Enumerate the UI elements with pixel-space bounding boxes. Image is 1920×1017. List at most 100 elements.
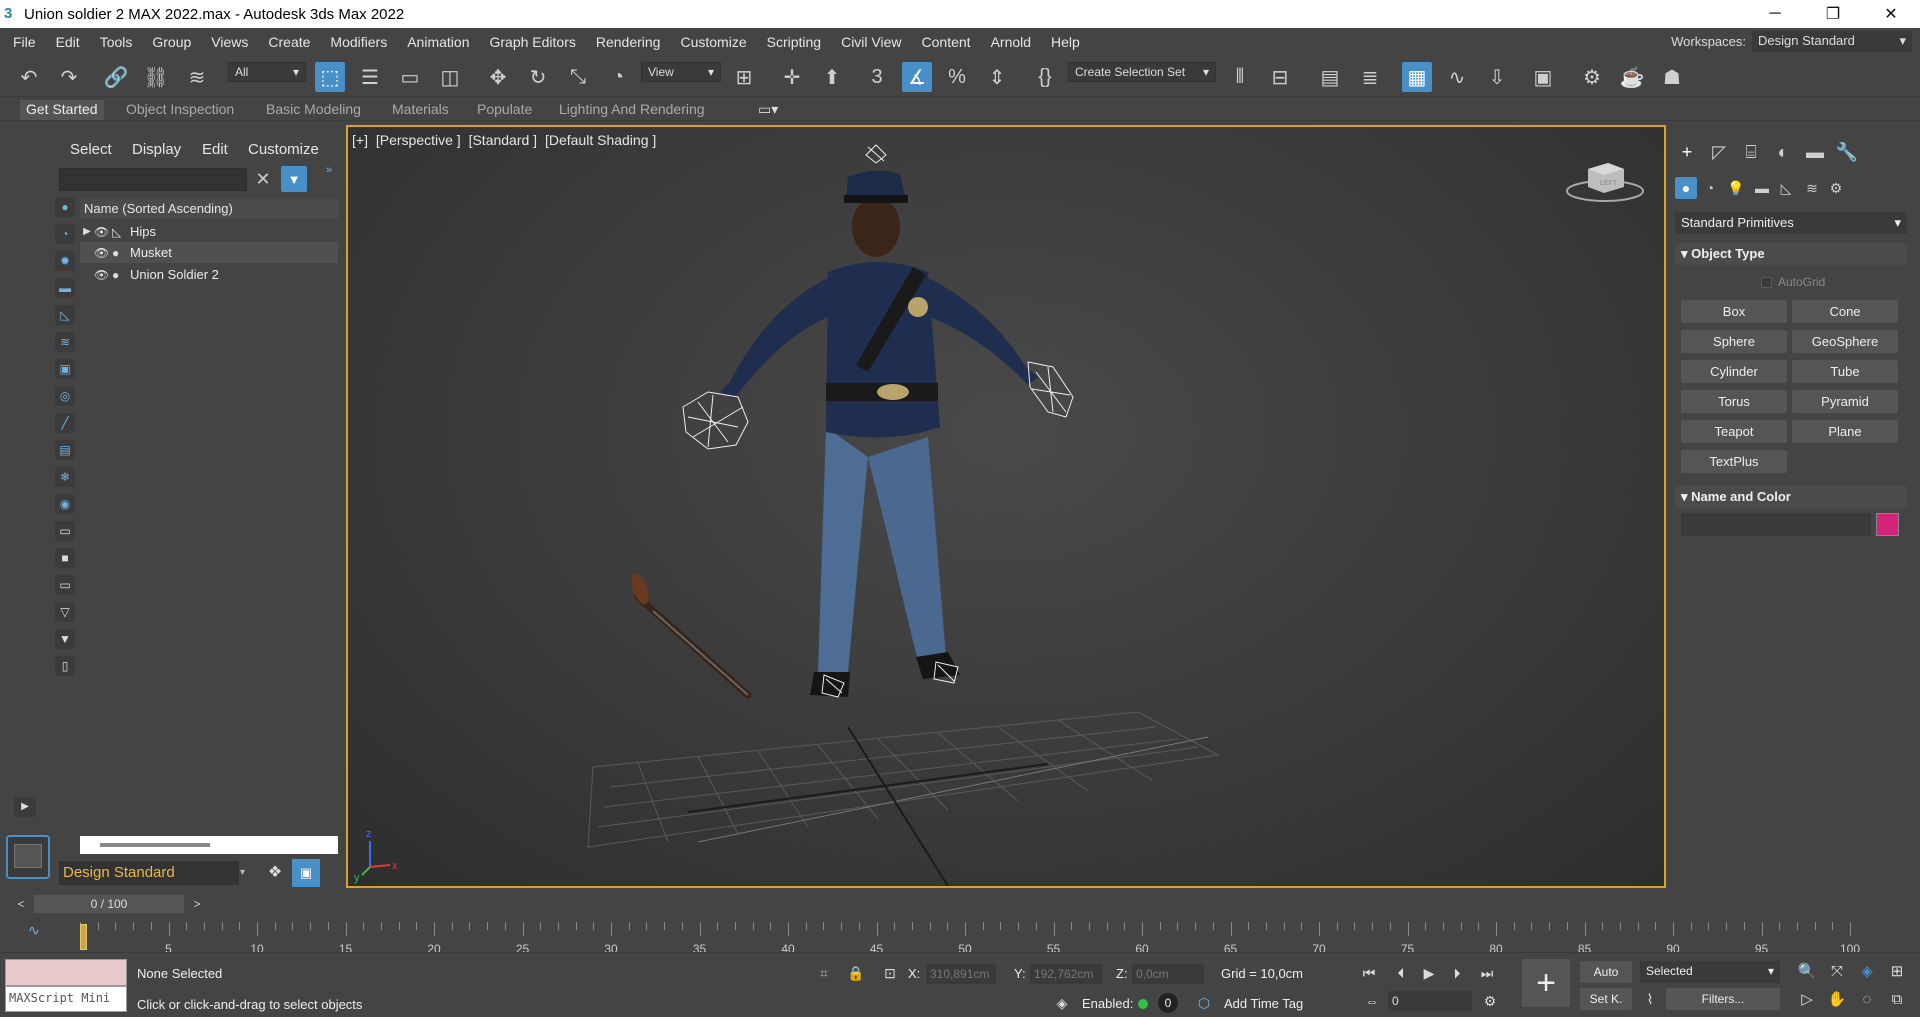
checkbox-box[interactable] (1761, 276, 1772, 288)
orbit-icon[interactable]: ◌ (1856, 989, 1878, 1011)
tab-populate[interactable]: Populate (471, 100, 538, 120)
textplus-button[interactable]: TextPlus (1681, 450, 1787, 473)
display-none-icon[interactable]: ■ (55, 548, 75, 568)
explorer-menu-display[interactable]: Display (132, 141, 181, 158)
rendered-frame-window-icon[interactable]: ☕ (1617, 62, 1647, 92)
utilities-tab-icon[interactable]: 🔧 (1835, 140, 1859, 164)
edit-named-selection-icon[interactable]: {} (1030, 62, 1060, 92)
menu-edit[interactable]: Edit (46, 34, 90, 50)
undo-icon[interactable]: ↶ (14, 62, 44, 92)
menu-scripting[interactable]: Scripting (757, 34, 831, 50)
close-button[interactable]: ✕ (1862, 0, 1920, 28)
explorer-options-icon[interactable]: ▯ (55, 656, 75, 676)
display-space-warps-icon[interactable]: ≋ (55, 332, 75, 352)
window-crossing-icon[interactable]: ◫ (435, 62, 465, 92)
zoom-all-icon[interactable]: ⤧ (1826, 961, 1848, 983)
expand-arrow-icon[interactable]: ▶ (80, 226, 94, 237)
panel-expand-icon[interactable]: » (326, 164, 332, 176)
auto-key-button[interactable]: Auto (1580, 961, 1632, 983)
torus-button[interactable]: Torus (1681, 390, 1787, 413)
zoom-extents-all-icon[interactable]: ⊞ (1886, 961, 1908, 983)
explorer-horizontal-scrollbar[interactable] (80, 836, 338, 854)
move-icon[interactable]: ✥ (483, 62, 513, 92)
current-frame-marker[interactable] (80, 924, 87, 950)
viewport-standard-menu[interactable]: [Standard ] (469, 132, 538, 148)
cylinder-button[interactable]: Cylinder (1681, 360, 1787, 383)
display-lights-icon[interactable]: ✹ (55, 251, 75, 271)
display-groups-icon[interactable]: ▣ (55, 359, 75, 379)
time-tag-icon[interactable]: ⬡ (1194, 993, 1214, 1013)
play-icon[interactable]: ▶ (1418, 963, 1440, 983)
perspective-viewport[interactable]: z x y [+] [Perspective ] [Standard ] [De… (346, 125, 1666, 888)
shapes-category-icon[interactable]: ◔ (1699, 177, 1721, 199)
key-filters-button[interactable]: Filters... (1666, 988, 1780, 1010)
key-filter-selection-dropdown[interactable]: Selected ▾ (1640, 961, 1780, 983)
visibility-eye-icon[interactable]: 👁 (94, 225, 112, 239)
filter-icon[interactable]: ▼ (281, 166, 307, 192)
scrollbar-thumb[interactable] (100, 843, 210, 847)
menu-civil-view[interactable]: Civil View (831, 34, 911, 50)
hierarchy-tab-icon[interactable]: ⌸ (1739, 140, 1763, 164)
lights-category-icon[interactable]: 💡 (1725, 177, 1747, 199)
render-production-icon[interactable]: ☗ (1657, 62, 1687, 92)
set-key-icon[interactable]: + (1522, 959, 1570, 1007)
toggle-layer-explorer-icon[interactable]: ≣ (1355, 62, 1385, 92)
object-color-swatch[interactable] (1876, 513, 1899, 536)
box-button[interactable]: Box (1681, 300, 1787, 323)
rectangular-selection-icon[interactable]: ▭ (395, 62, 425, 92)
display-particles-icon[interactable]: ❄ (55, 467, 75, 487)
menu-file[interactable]: File (0, 34, 46, 50)
menu-tools[interactable]: Tools (90, 34, 143, 50)
absolute-mode-transform-icon[interactable]: ⊡ (880, 963, 900, 983)
cone-button[interactable]: Cone (1792, 300, 1898, 323)
bind-space-warp-icon[interactable]: ≋ (182, 62, 212, 92)
select-object-icon[interactable]: ⬚ (315, 62, 345, 92)
name-and-color-rollout[interactable]: ▾ Name and Color (1675, 486, 1907, 508)
chevron-down-icon[interactable]: ▾ (240, 861, 252, 885)
spinner-snap-icon[interactable]: ⇕ (982, 62, 1012, 92)
display-tab-icon[interactable]: ▬ (1803, 140, 1827, 164)
visibility-eye-icon[interactable]: 👁 (94, 246, 112, 260)
ribbon-options-icon[interactable]: ▭▾ (752, 100, 784, 120)
tab-object-inspection[interactable]: Object Inspection (120, 100, 240, 120)
motion-tab-icon[interactable]: ◐ (1771, 140, 1795, 164)
viewcube-icon[interactable]: LEFT (1564, 155, 1646, 205)
next-key-icon[interactable]: ⏵ (1446, 963, 1468, 983)
space-warps-category-icon[interactable]: ≋ (1801, 177, 1823, 199)
menu-views[interactable]: Views (201, 34, 258, 50)
tube-button[interactable]: Tube (1792, 360, 1898, 383)
display-shapes-icon[interactable]: ◔ (55, 224, 75, 244)
autogrid-checkbox[interactable]: AutoGrid (1761, 275, 1825, 289)
display-bones-icon[interactable]: ╱ (55, 413, 75, 433)
viewport-general-menu[interactable]: [+] (352, 132, 368, 148)
angle-snap-icon[interactable]: ∡ (902, 62, 932, 92)
display-all-icon[interactable]: ▭ (55, 521, 75, 541)
open-mini-curve-editor-icon[interactable]: ∿ (28, 922, 40, 939)
tab-get-started[interactable]: Get Started (20, 100, 104, 120)
sphere-button[interactable]: Sphere (1681, 330, 1787, 353)
menu-group[interactable]: Group (142, 34, 201, 50)
key-mode-toggle-icon[interactable]: ⇔ (1362, 991, 1382, 1011)
menu-rendering[interactable]: Rendering (586, 34, 671, 50)
material-editor-icon[interactable]: ▣ (1528, 62, 1558, 92)
render-setup-icon[interactable]: ⚙ (1577, 62, 1607, 92)
object-name-input[interactable] (1681, 513, 1871, 536)
layers-icon[interactable]: ❖ (262, 861, 288, 885)
menu-help[interactable]: Help (1041, 34, 1090, 50)
y-coordinate-field[interactable]: 192,762cm (1030, 964, 1102, 984)
pivot-center-icon[interactable]: ⊞ (729, 62, 759, 92)
rotate-icon[interactable]: ↻ (523, 62, 553, 92)
cameras-category-icon[interactable]: ▬ (1751, 177, 1773, 199)
tab-basic-modeling[interactable]: Basic Modeling (260, 100, 367, 120)
next-frame-button[interactable]: > (188, 895, 206, 913)
x-coordinate-field[interactable]: 310,891cm (926, 964, 996, 984)
explorer-preview-icon[interactable] (6, 835, 50, 879)
zoom-extents-icon[interactable]: ◈ (1856, 961, 1878, 983)
menu-create[interactable]: Create (258, 34, 320, 50)
display-frozen-icon[interactable]: ◉ (55, 494, 75, 514)
select-by-name-icon[interactable]: ☰ (355, 62, 385, 92)
track-bar-ruler[interactable]: 5 10 15 20 25 30 35 40 45 50 55 60 65 70 75 80 85 90 95 100 (80, 922, 1870, 956)
percent-snap-icon[interactable]: % (942, 62, 972, 92)
helpers-category-icon[interactable]: ◺ (1775, 177, 1797, 199)
viewport-point-of-view-menu[interactable]: [Perspective ] (376, 132, 461, 148)
